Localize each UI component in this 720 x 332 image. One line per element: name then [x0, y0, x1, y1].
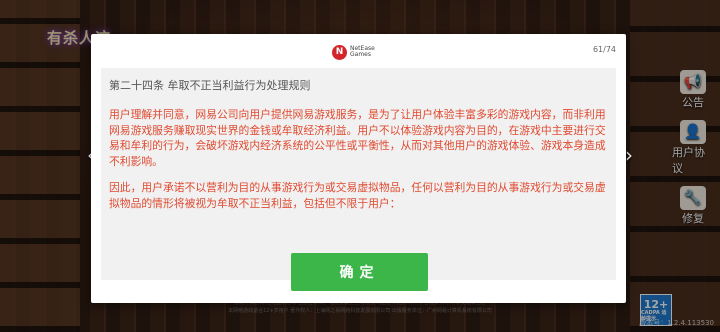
terms-dialog: N NetEase Games 61/74 第二十四条 牟取不正当利益行为处理规… — [91, 34, 626, 303]
netease-logo-icon: N — [332, 44, 347, 60]
terms-paragraph: 用户理解并同意，网易公司向用户提供网易游戏服务，是为了让用户体验丰富多彩的游戏内… — [109, 108, 606, 168]
brand-wordmark: NetEase Games — [350, 46, 375, 58]
terms-content[interactable]: 第二十四条 牟取不正当利益行为处理规则 用户理解并同意，网易公司向用户提供网易游… — [101, 68, 616, 280]
terms-paragraph: 因此，用户承诺不以营利为目的从事游戏行为或交易虚拟物品，任何以营利为目的从事游戏… — [109, 181, 606, 210]
terms-scroll-area[interactable]: 第二十四条 牟取不正当利益行为处理规则 用户理解并同意，网易公司向用户提供网易游… — [101, 68, 616, 280]
article-title: 第二十四条 牟取不正当利益行为处理规则 — [109, 79, 311, 92]
page-indicator: 61/74 — [592, 45, 616, 54]
netease-games-logo: N NetEase Games — [332, 42, 388, 62]
confirm-button[interactable]: 确定 — [291, 253, 428, 291]
brand-line2: Games — [350, 51, 371, 58]
